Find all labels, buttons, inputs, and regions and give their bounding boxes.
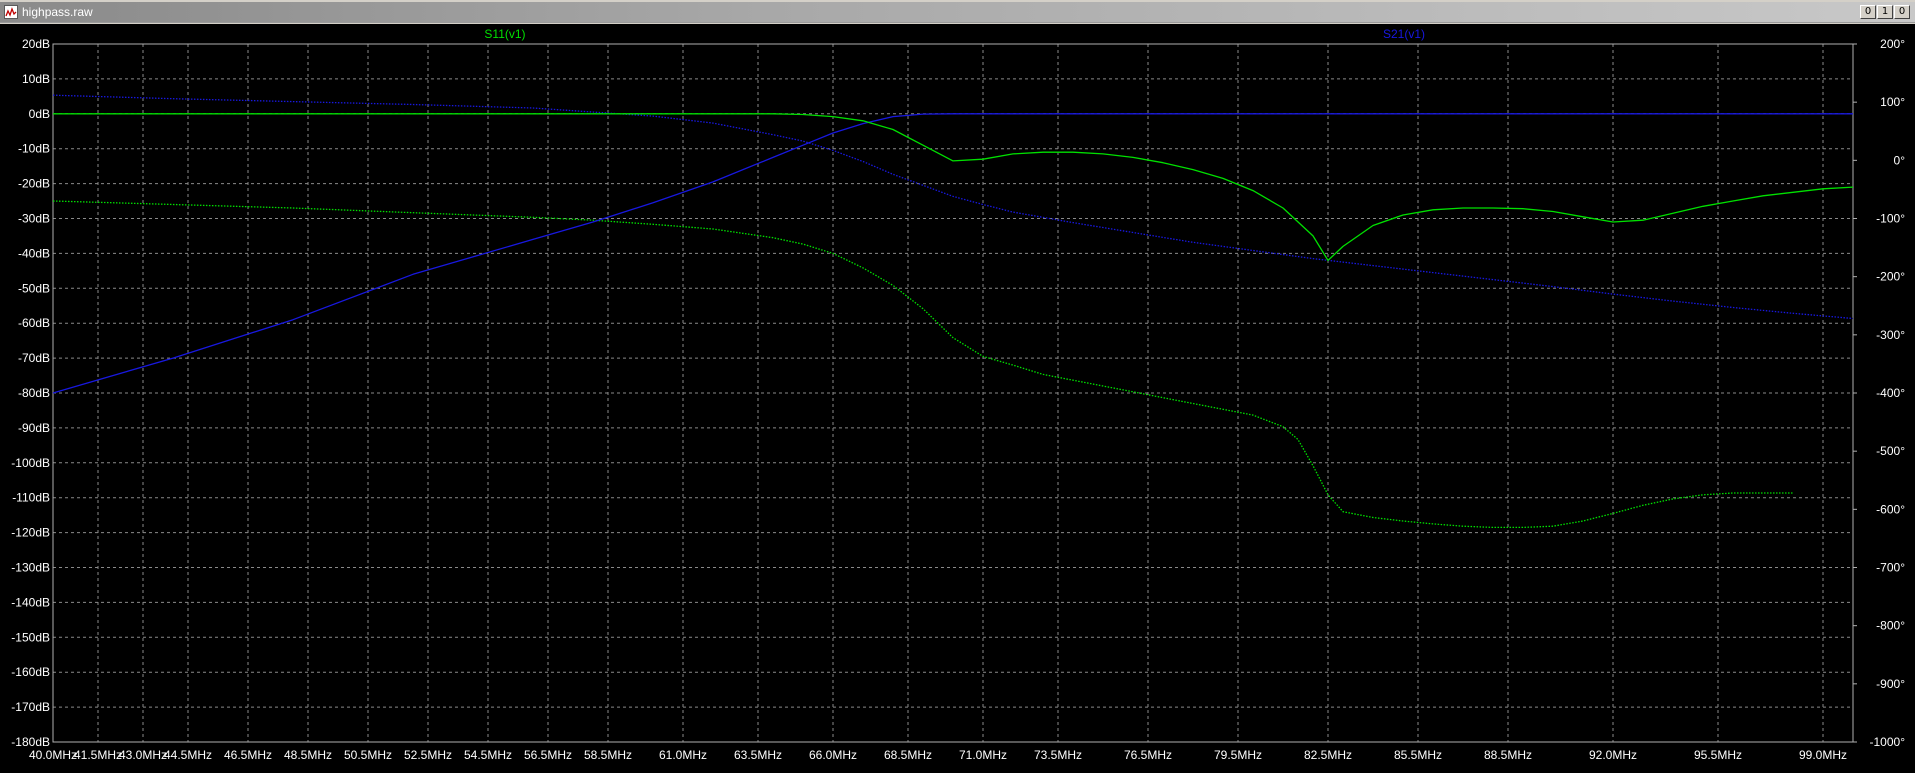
y-right-tick-label: -600° xyxy=(1876,502,1905,516)
x-tick-label: 92.0MHz xyxy=(1589,748,1637,762)
grid xyxy=(52,43,1853,743)
y-right-tick-label: -900° xyxy=(1876,677,1905,691)
x-tick-label: 52.5MHz xyxy=(404,748,452,762)
x-tick-label: 71.0MHz xyxy=(959,748,1007,762)
x-tick-label: 88.5MHz xyxy=(1484,748,1532,762)
y-right-tick-label: -300° xyxy=(1876,328,1905,342)
minimize-button[interactable]: 0 xyxy=(1860,5,1876,19)
x-tick-label: 50.5MHz xyxy=(344,748,392,762)
x-tick-label: 54.5MHz xyxy=(464,748,512,762)
legend-s11[interactable]: S11(v1) xyxy=(484,27,525,41)
y-right-tick-label: 100° xyxy=(1880,95,1905,109)
y-right-tick-label: -100° xyxy=(1876,212,1905,226)
s11-phase-trace xyxy=(52,200,1793,529)
y-left-tick-label: 10dB xyxy=(22,72,50,86)
x-tick-label: 82.5MHz xyxy=(1304,748,1352,762)
x-tick-label: 79.5MHz xyxy=(1214,748,1262,762)
x-tick-label: 68.5MHz xyxy=(884,748,932,762)
x-tick-label: 41.5MHz xyxy=(74,748,122,762)
y-left-tick-label: -100dB xyxy=(11,456,50,470)
y-right-tick-label: -800° xyxy=(1876,619,1905,633)
y-left-tick-label: -90dB xyxy=(18,421,50,435)
x-tick-label: 44.5MHz xyxy=(164,748,212,762)
y-left-tick-label: -40dB xyxy=(18,246,50,260)
y-right-tick-label: -500° xyxy=(1876,444,1905,458)
x-tick-label: 63.5MHz xyxy=(734,748,782,762)
y-right-tick-label: 200° xyxy=(1880,37,1905,51)
x-tick-label: 99.0MHz xyxy=(1799,748,1847,762)
x-tick-label: 95.5MHz xyxy=(1694,748,1742,762)
close-button[interactable]: 0 xyxy=(1894,5,1910,19)
axis-labels: 40.0MHz41.5MHz43.0MHz44.5MHz 46.5MHz 48.5M… xyxy=(11,37,1905,762)
x-tick-label: 73.5MHz xyxy=(1034,748,1082,762)
y-left-tick-label: 0dB xyxy=(29,107,50,121)
y-left-tick-label: -70dB xyxy=(18,351,50,365)
bode-chart: 40.0MHz41.5MHz43.0MHz44.5MHz 46.5MHz 48.5M… xyxy=(11,27,1905,762)
y-left-tick-label: -120dB xyxy=(11,526,50,540)
y-left-tick-label: -80dB xyxy=(18,386,50,400)
y-right-tick-label: -1000° xyxy=(1870,735,1906,749)
x-tick-label: 66.0MHz xyxy=(809,748,857,762)
x-tick-label: 61.0MHz xyxy=(659,748,707,762)
y-left-tick-label: -160dB xyxy=(11,665,50,679)
y-left-tick-label: -130dB xyxy=(11,561,50,575)
x-tick-label: 46.5MHz xyxy=(224,748,272,762)
y-left-tick-label: -150dB xyxy=(11,630,50,644)
y-right-tick-label: -700° xyxy=(1876,561,1905,575)
x-tick-label: 76.5MHz xyxy=(1124,748,1172,762)
x-tick-label: 48.5MHz xyxy=(284,748,332,762)
y-right-tick-label: 0° xyxy=(1894,153,1906,167)
window-titlebar[interactable]: highpass.raw 0 1 0 xyxy=(0,2,1915,23)
y-right-tick-label: -400° xyxy=(1876,386,1905,400)
waveform-icon xyxy=(4,5,18,19)
y-left-tick-label: -30dB xyxy=(18,212,50,226)
x-tick-label: 43.0MHz xyxy=(119,748,167,762)
plot-area[interactable]: 40.0MHz 41.5MHz 43.0MHz 44.5MHz 46.5MHz 48.5M… xyxy=(0,24,1915,773)
y-left-tick-label: -10dB xyxy=(18,142,50,156)
s11-magnitude-trace xyxy=(53,113,1854,262)
y-left-tick-label: -110dB xyxy=(12,491,50,505)
y-left-tick-label: -170dB xyxy=(11,700,50,714)
window-title: highpass.raw xyxy=(22,5,93,19)
x-tick-label: 85.5MHz xyxy=(1394,748,1442,762)
y-left-tick-label: -50dB xyxy=(18,281,50,295)
y-left-tick-label: -140dB xyxy=(11,595,50,609)
x-tick-label: 58.5MHz xyxy=(584,748,632,762)
y-left-tick-label: -60dB xyxy=(18,316,50,330)
x-tick-label: 56.5MHz xyxy=(524,748,572,762)
restore-button[interactable]: 1 xyxy=(1877,5,1893,19)
y-left-tick-label: 20dB xyxy=(22,37,50,51)
legend-s21[interactable]: S21(v1) xyxy=(1383,27,1425,41)
s21-phase-trace xyxy=(52,94,1854,320)
y-left-tick-label: -20dB xyxy=(18,177,50,191)
y-left-tick-label: -180dB xyxy=(11,735,50,749)
y-right-tick-label: -200° xyxy=(1876,270,1905,284)
x-tick-label: 40.0MHz xyxy=(29,748,77,762)
plot-window: highpass.raw 0 1 0 40.0MHz 41.5MHz 43.0MHz… xyxy=(0,0,1915,773)
